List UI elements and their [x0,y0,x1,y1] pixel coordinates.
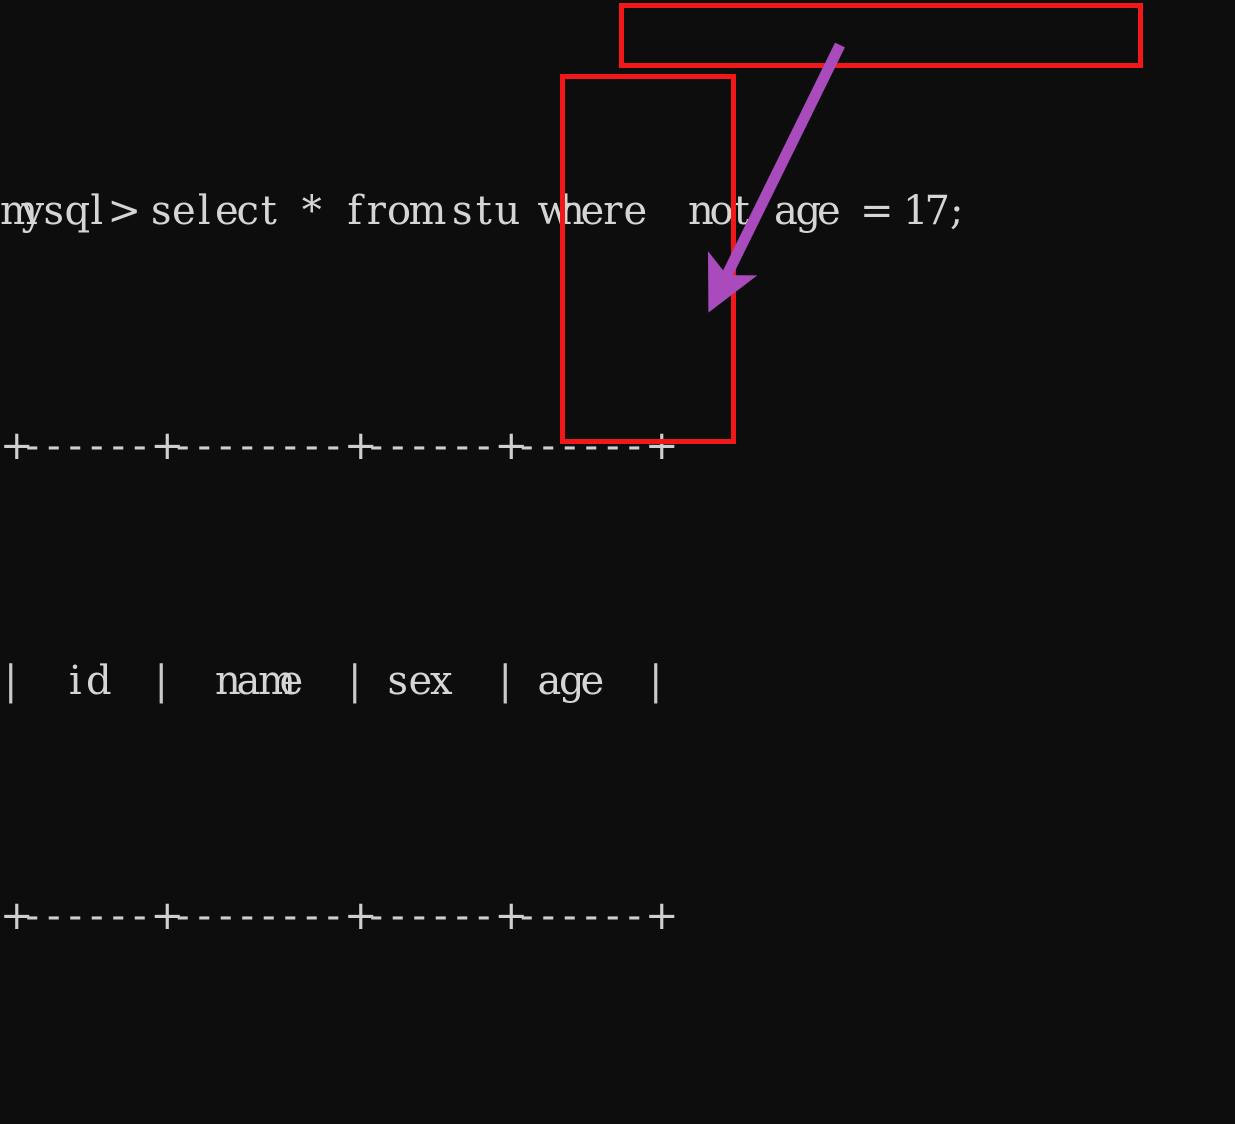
table-header-row: | id | name | sex | age | [4,658,663,704]
query-where-clause: where not age = 17; [537,188,964,234]
table-rule-top: +- - - - - - +- - - - - - - - +- - - - - - +- - - - - - + [0,423,679,469]
terminal-output: mysql > sel ect * f rom stu where not age =… [0,0,1235,1124]
table-rule-header: +- - - - - - +- - - - - - - - +- - - - - - +- - - - - - + [0,893,679,939]
query-line: mysql > sel ect * f rom stu where not age =… [0,188,1235,235]
terminal-screen: mysql > sel ect * f rom stu where not age =… [0,0,1235,939]
